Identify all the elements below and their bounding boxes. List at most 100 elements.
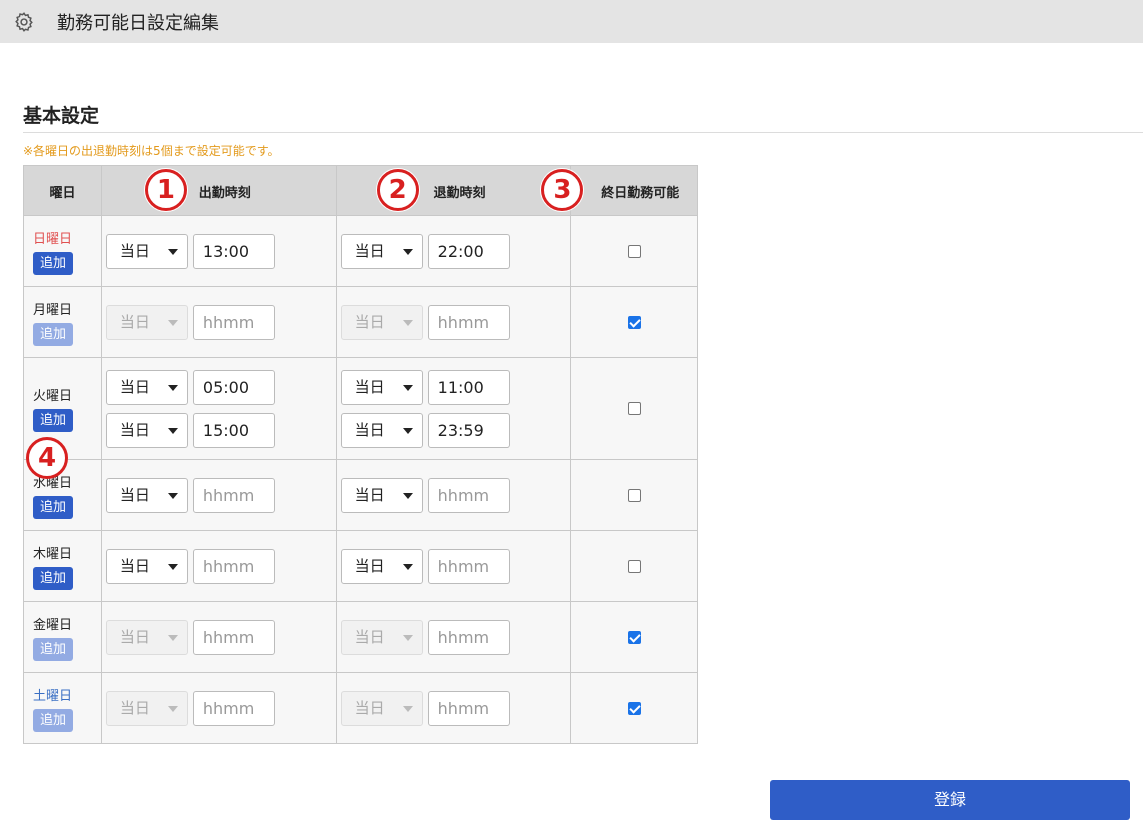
day-cell: 日曜日 追加 xyxy=(23,215,102,287)
section-divider xyxy=(23,132,1143,133)
start-time-cell: 当日 13:00 xyxy=(100,215,337,287)
start-day-select[interactable]: 当日 xyxy=(105,304,188,340)
end-time-input[interactable]: 22:00 xyxy=(427,233,510,269)
start-day-select[interactable]: 当日 xyxy=(105,412,188,448)
header-end-time: 2 退勤時刻 xyxy=(335,165,572,216)
chevron-down-icon xyxy=(167,319,178,326)
end-day-value: 当日 xyxy=(354,312,385,331)
end-time-input[interactable]: 11:00 xyxy=(427,369,510,405)
add-slot-button[interactable]: 追加 xyxy=(33,566,73,590)
allday-checkbox[interactable] xyxy=(627,244,641,258)
start-day-select[interactable]: 当日 xyxy=(105,548,188,584)
start-time-cell: 当日 hhmm xyxy=(100,601,337,673)
start-time-input[interactable]: hhmm xyxy=(192,477,275,513)
start-time-cell: 当日 hhmm xyxy=(100,530,337,602)
end-time-input[interactable]: hhmm xyxy=(427,548,510,584)
end-time-cell: 当日 hhmm xyxy=(335,672,572,744)
end-time-input[interactable]: hhmm xyxy=(427,477,510,513)
start-time-input[interactable]: hhmm xyxy=(192,690,275,726)
day-cell: 土曜日 追加 xyxy=(23,672,102,744)
header-allday-label: 終日勤務可能 xyxy=(601,186,680,201)
allday-checkbox[interactable] xyxy=(627,488,641,502)
start-time-cell: 当日 05:00 当日 15:00 xyxy=(100,357,337,460)
start-day-value: 当日 xyxy=(119,241,150,260)
day-label: 火曜日 xyxy=(33,389,73,404)
end-time-input[interactable]: hhmm xyxy=(427,304,510,340)
start-day-select[interactable]: 当日 xyxy=(105,477,188,513)
chevron-down-icon xyxy=(167,427,178,434)
end-time-input[interactable]: hhmm xyxy=(427,619,510,655)
add-slot-button[interactable]: 追加 xyxy=(33,251,73,275)
day-cell: 木曜日 追加 xyxy=(23,530,102,602)
allday-cell xyxy=(570,215,698,287)
add-slot-button[interactable]: 追加 xyxy=(33,322,73,346)
add-slot-button[interactable]: 追加 xyxy=(33,708,73,732)
add-slot-button[interactable]: 追加 xyxy=(33,409,73,432)
end-time-input[interactable]: 23:59 xyxy=(427,412,510,448)
start-day-value: 当日 xyxy=(119,698,150,717)
end-time-input[interactable]: hhmm xyxy=(427,690,510,726)
end-day-select[interactable]: 当日 xyxy=(340,548,423,584)
chevron-down-icon xyxy=(402,634,413,641)
start-day-value: 当日 xyxy=(119,420,150,439)
start-day-select[interactable]: 当日 xyxy=(105,233,188,269)
header-end-label: 退勤時刻 xyxy=(433,186,486,201)
chevron-down-icon xyxy=(402,384,413,391)
start-day-value: 当日 xyxy=(119,312,150,331)
header-day: 曜日 xyxy=(23,165,102,216)
allday-checkbox[interactable] xyxy=(627,630,641,644)
start-day-value: 当日 xyxy=(119,377,150,396)
start-time-input[interactable]: 15:00 xyxy=(192,412,275,448)
end-day-select[interactable]: 当日 xyxy=(340,369,423,405)
start-time-input[interactable]: 13:00 xyxy=(192,233,275,269)
allday-cell xyxy=(570,357,698,460)
end-day-select[interactable]: 当日 xyxy=(340,233,423,269)
start-time-cell: 当日 hhmm xyxy=(100,459,337,531)
chevron-down-icon xyxy=(167,492,178,499)
start-time-cell: 当日 hhmm xyxy=(100,672,337,744)
allday-checkbox[interactable] xyxy=(627,402,641,415)
allday-checkbox[interactable] xyxy=(627,701,641,715)
allday-cell xyxy=(570,601,698,673)
end-day-select[interactable]: 当日 xyxy=(340,619,423,655)
allday-checkbox[interactable] xyxy=(627,559,641,573)
section-title: 基本設定 xyxy=(23,105,100,127)
add-slot-button[interactable]: 追加 xyxy=(33,495,73,519)
table-row: 月曜日 追加 当日 hhmm 当日 hhmm xyxy=(23,286,698,358)
chevron-down-icon xyxy=(402,248,413,255)
start-time-input[interactable]: hhmm xyxy=(192,619,275,655)
end-day-select[interactable]: 当日 xyxy=(340,304,423,340)
start-day-select[interactable]: 当日 xyxy=(105,369,188,405)
day-label: 日曜日 xyxy=(33,231,73,247)
allday-checkbox[interactable] xyxy=(627,315,641,329)
end-day-select[interactable]: 当日 xyxy=(340,412,423,448)
gear-icon xyxy=(13,11,35,33)
header-allday: 3 終日勤務可能 xyxy=(541,165,698,216)
start-day-value: 当日 xyxy=(119,556,150,575)
add-slot-button[interactable]: 追加 xyxy=(33,637,73,661)
chevron-down-icon xyxy=(402,319,413,326)
day-cell: 月曜日 追加 xyxy=(23,286,102,358)
submit-button[interactable]: 登録 xyxy=(770,780,1130,820)
allday-cell xyxy=(570,286,698,358)
table-row: 土曜日 追加 当日 hhmm 当日 hhmm xyxy=(23,672,698,744)
chevron-down-icon xyxy=(167,563,178,570)
end-day-select[interactable]: 当日 xyxy=(340,690,423,726)
end-day-value: 当日 xyxy=(354,241,385,260)
chevron-down-icon xyxy=(167,634,178,641)
start-time-input[interactable]: 05:00 xyxy=(192,369,275,405)
table-row: 日曜日 追加 当日 13:00 当日 22:00 xyxy=(23,215,698,287)
end-day-value: 当日 xyxy=(354,377,385,396)
end-day-select[interactable]: 当日 xyxy=(340,477,423,513)
table-row: 水曜日 追加 当日 hhmm 当日 hhmm xyxy=(23,459,698,531)
start-time-input[interactable]: hhmm xyxy=(192,548,275,584)
end-time-cell: 当日 hhmm xyxy=(335,530,572,602)
end-time-cell: 当日 hhmm xyxy=(335,459,572,531)
allday-cell xyxy=(570,672,698,744)
start-time-input[interactable]: hhmm xyxy=(192,304,275,340)
start-day-select[interactable]: 当日 xyxy=(105,690,188,726)
table-header-row: 曜日 1 出勤時刻 2 退勤時刻 3 終日勤務可能 xyxy=(23,165,698,216)
start-day-select[interactable]: 当日 xyxy=(105,619,188,655)
day-label: 金曜日 xyxy=(33,617,73,633)
start-day-value: 当日 xyxy=(119,485,150,504)
